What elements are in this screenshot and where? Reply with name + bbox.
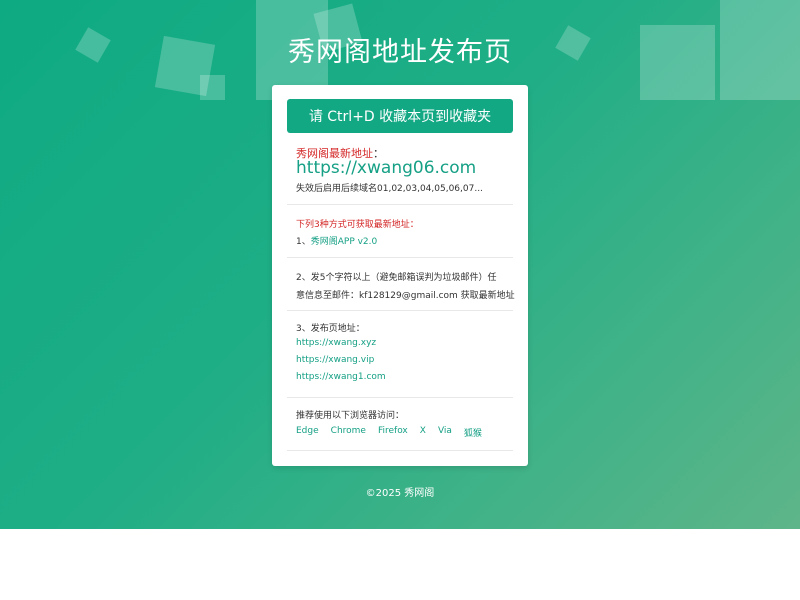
- publish-url-link[interactable]: https://xwang.xyz: [296, 338, 376, 348]
- browser-link-firefox[interactable]: Firefox: [378, 426, 408, 439]
- latest-address-link[interactable]: https://xwang06.com: [296, 158, 476, 178]
- methods-section: 下列3种方式可获取最新地址： 1、秀网阁APP v2.0: [287, 205, 513, 258]
- email-method-section: 2、发5个字符以上（避免邮箱误判为垃圾邮件）任 意信息至邮件：kf128129@…: [287, 258, 515, 311]
- bookmark-button[interactable]: 请 Ctrl+D 收藏本页到收藏夹: [287, 99, 513, 133]
- browsers-section: 推荐使用以下浏览器访问： Edge Chrome Firefox X Via 狐…: [287, 398, 513, 451]
- method-1-prefix: 1、: [296, 237, 311, 247]
- browser-link-x[interactable]: X: [420, 426, 426, 439]
- methods-heading: 下列3种方式可获取最新地址：: [296, 220, 419, 230]
- publish-urls-heading: 3、发布页地址：: [296, 324, 365, 334]
- email-method-line-2: 意信息至邮件：kf128129@gmail.com 获取最新地址: [296, 291, 515, 301]
- decor-square: [200, 75, 225, 100]
- browser-link-edge[interactable]: Edge: [296, 426, 319, 439]
- browser-link-lemur[interactable]: 狐猴: [464, 426, 482, 439]
- browser-list: Edge Chrome Firefox X Via 狐猴: [296, 426, 494, 439]
- app-download-link[interactable]: 秀网阁APP v2.0: [311, 237, 378, 247]
- publish-urls-section: 3、发布页地址： https://xwang.xyz https://xwang…: [287, 311, 513, 398]
- browser-link-via[interactable]: Via: [438, 426, 452, 439]
- latest-address-section: 秀网阁最新地址： https://xwang06.com 失效后启用后续域名01…: [287, 141, 513, 205]
- page-title: 秀网阁地址发布页: [288, 37, 512, 68]
- publish-url-link[interactable]: https://xwang.vip: [296, 355, 374, 365]
- publish-url-link[interactable]: https://xwang1.com: [296, 372, 386, 382]
- hero-background: 秀网阁地址发布页 请 Ctrl+D 收藏本页到收藏夹 秀网阁最新地址： http…: [0, 0, 800, 529]
- address-card: 请 Ctrl+D 收藏本页到收藏夹 秀网阁最新地址： https://xwang…: [272, 85, 528, 466]
- email-method-line-1: 2、发5个字符以上（避免邮箱误判为垃圾邮件）任: [296, 273, 497, 283]
- browser-link-chrome[interactable]: Chrome: [331, 426, 366, 439]
- footer-copyright: ©2025 秀网阁: [365, 488, 435, 499]
- fallback-domains-note: 失效后启用后续域名01,02,03,04,05,06,07...: [296, 184, 483, 194]
- browsers-heading: 推荐使用以下浏览器访问：: [296, 411, 405, 421]
